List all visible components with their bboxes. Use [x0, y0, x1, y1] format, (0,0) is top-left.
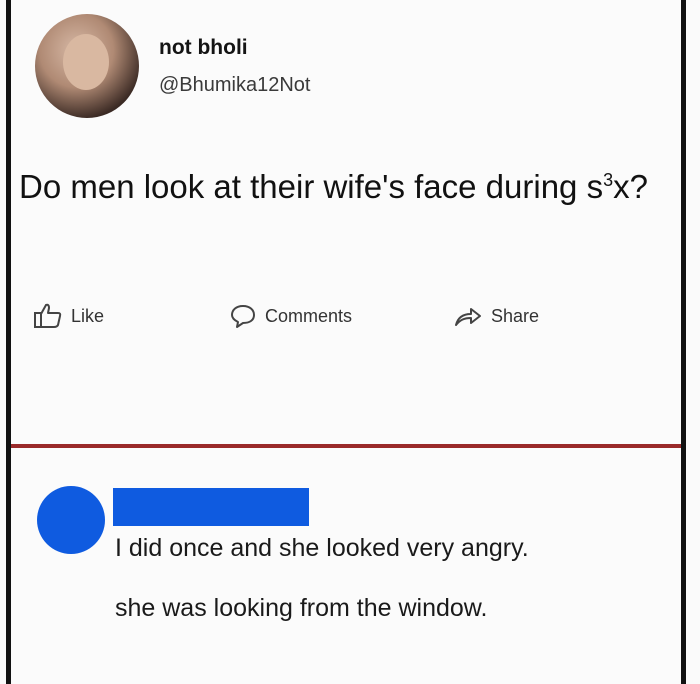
author-name[interactable]: not bholi: [159, 36, 248, 60]
comments-label: Comments: [265, 305, 353, 326]
author-handle[interactable]: @Bhumika12Not: [159, 74, 310, 97]
like-button[interactable]: Like: [33, 298, 104, 334]
post-text-superscript: 3: [603, 170, 614, 190]
comment-text-line-2: she was looking from the window.: [115, 594, 488, 622]
post-actions: Like Comments Share: [33, 298, 593, 334]
comments-icon: [229, 303, 257, 329]
comments-button[interactable]: Comments: [229, 298, 352, 334]
comment-text-line-1: I did once and she looked very angry.: [115, 534, 529, 562]
post: not bholi @Bhumika12Not Do men look at t…: [11, 0, 681, 440]
comment: I did once and she looked very angry. sh…: [11, 448, 681, 684]
post-text-main: Do men look at their wife's face during …: [19, 168, 604, 205]
post-card: not bholi @Bhumika12Not Do men look at t…: [6, 0, 686, 684]
share-label: Share: [491, 305, 540, 326]
commenter-name-redacted: [113, 488, 309, 526]
like-icon: [33, 302, 63, 330]
post-text-end: x?: [613, 168, 648, 205]
like-label: Like: [71, 305, 105, 326]
author-avatar[interactable]: [35, 14, 139, 118]
share-button[interactable]: Share: [453, 298, 539, 334]
share-icon: [453, 304, 483, 328]
post-text: Do men look at their wife's face during …: [19, 164, 679, 210]
commenter-avatar-redacted: [37, 486, 105, 554]
